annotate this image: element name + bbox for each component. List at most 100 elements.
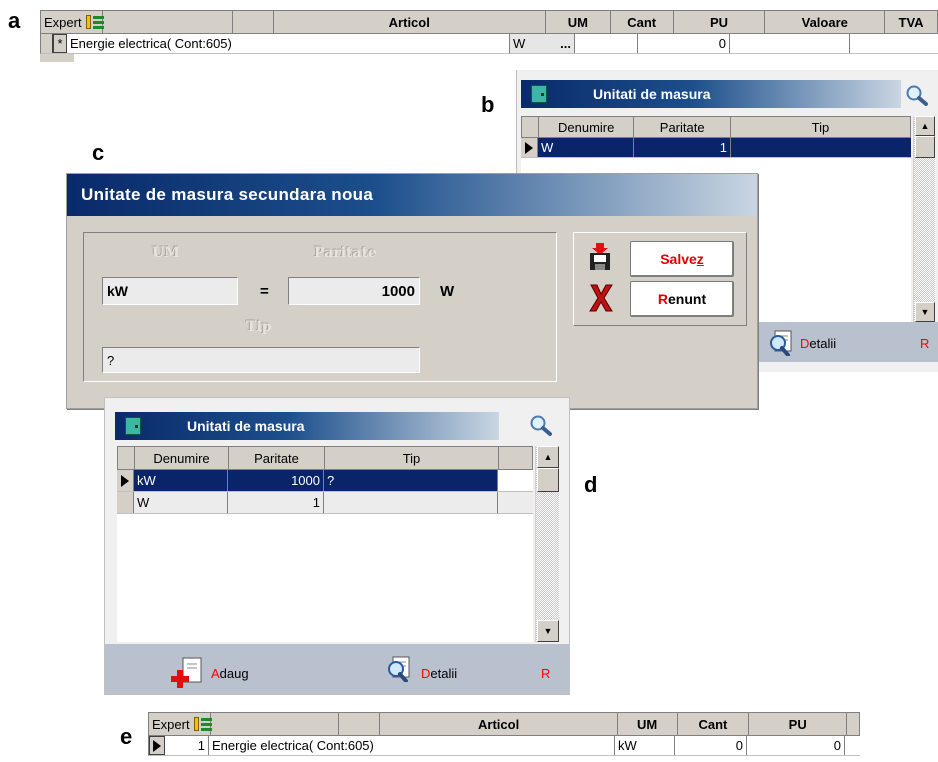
r-shortcut[interactable]: R [541,666,550,681]
table-row[interactable]: W 1 [521,138,911,158]
grid-a-expert-header[interactable]: Expert [41,11,104,33]
panel-label-e: e [120,724,133,749]
table-row[interactable]: W 1 [117,492,533,514]
dialog-c-buttons-group: Salve z Renunt [573,232,747,326]
table-row[interactable]: * Energie electrica( Cont:605) W ... 0 [40,34,938,54]
save-button[interactable]: Salve z [630,241,734,277]
unit-label: W [440,283,455,300]
grid-a-col-valoare[interactable]: Valoare [765,11,886,33]
grid-a-col-tva[interactable]: TVA [885,11,937,33]
um-label: UM [152,245,180,261]
cell-nr[interactable]: 1 [165,736,209,755]
grid-a-header: Expert Articol UM Cant PU Valoare TVA [40,10,938,34]
details-button[interactable]: Detalii [421,666,457,681]
scroll-down-button[interactable]: ▼ [537,620,559,642]
equals-sign: = [260,283,269,300]
add-button[interactable]: Adaug [211,666,249,681]
grid-a-col-pu[interactable]: PU [674,11,766,33]
scroll-thumb[interactable] [915,136,935,158]
window-d-footer: Adaug Detalii R [105,644,569,694]
grid-e-expert-header[interactable]: Expert [149,713,212,735]
cell-paritate[interactable]: 1 [228,492,324,513]
cell-valoare[interactable] [730,34,850,53]
um-field[interactable]: kW [102,277,238,305]
table-row[interactable]: 1 Energie electrica( Cont:605) kW 0 0 [148,736,860,756]
grid-e-col-cant[interactable]: Cant [678,713,750,735]
grid-d: Denumire Paritate Tip kW 1000 ? W 1 [117,446,533,642]
tip-field[interactable]: ? [102,347,420,373]
scroll-thumb[interactable] [537,468,559,492]
r-shortcut[interactable]: R [920,336,929,351]
expert-label: Expert [44,14,82,30]
grid-a: Expert Articol UM Cant PU Valoare TVA * … [40,10,938,62]
grid-b-col-denumire[interactable]: Denumire [539,117,635,137]
cell-tva[interactable] [850,34,902,53]
window-d-titlebar: Unitati de masura [115,412,499,440]
save-icon [588,243,612,274]
grid-a-blank-header-2[interactable] [233,11,274,33]
cell-articol[interactable]: Energie electrica( Cont:605) [67,34,510,53]
cell-tip[interactable]: ? [324,470,498,491]
grid-d-col-denumire[interactable]: Denumire [135,447,229,469]
grid-e-col-articol[interactable]: Articol [380,713,618,735]
details-button[interactable]: Detalii [800,336,836,351]
cell-paritate[interactable]: 1 [634,138,731,157]
dialog-c-titlebar: Unitate de masura secundara noua [67,174,757,216]
panel-label-b: b [481,92,495,117]
cell-articol[interactable]: Energie electrica( Cont:605) [209,736,615,755]
cell-um[interactable]: kW [615,736,675,755]
grid-b-col-paritate[interactable]: Paritate [634,117,731,137]
grid-e-col-pu[interactable]: PU [749,713,848,735]
row-pointer-icon [521,138,538,157]
cell-denumire[interactable]: kW [134,470,228,491]
window-b-titlebar: Unitati de masura [521,80,901,108]
table-row[interactable]: kW 1000 ? [117,470,533,492]
cell-denumire[interactable]: W [134,492,228,513]
grid-d-col-tip[interactable]: Tip [325,447,499,469]
cell-pu[interactable]: 0 [747,736,845,755]
grid-e-blank-header[interactable] [211,713,339,735]
tip-label: Tip [246,319,272,335]
scrollbar-b[interactable]: ▲ ▼ [913,116,935,322]
window-units-d: Unitati de masura Denumire Paritate Tip … [104,397,570,695]
tree-icon [85,15,104,29]
cell-tip[interactable] [731,138,911,157]
cell-denumire[interactable]: W [538,138,634,157]
scroll-up-button[interactable]: ▲ [537,446,559,468]
grid-a-col-um[interactable]: UM [546,11,611,33]
scrollbar-d[interactable]: ▲ ▼ [535,446,559,642]
cell-paritate[interactable]: 1000 [228,470,324,491]
tree-icon [193,717,212,731]
grid-e-col-um[interactable]: UM [618,713,678,735]
grid-a-blank-header[interactable] [103,11,233,33]
panel-label-a: a [8,8,21,33]
grid-b-col-tip[interactable]: Tip [731,117,910,137]
cell-tip[interactable] [324,492,498,513]
door-icon [125,417,141,435]
panel-label-c: c [92,140,105,165]
details-icon[interactable] [769,330,799,359]
search-icon[interactable] [529,414,553,439]
paritate-field[interactable]: 1000 [288,277,420,305]
cell-um[interactable]: W ... [510,34,575,53]
cell-cant[interactable] [575,34,638,53]
scroll-down-button[interactable]: ▼ [915,302,935,322]
window-b-title: Unitati de masura [593,86,711,102]
um-lookup-button[interactable]: ... [560,36,571,51]
cancel-button[interactable]: Renunt [630,281,734,317]
search-icon[interactable] [905,84,929,109]
dialog-c-title: Unitate de masura secundara noua [81,185,374,204]
grid-a-col-cant[interactable]: Cant [611,11,674,33]
details-icon[interactable] [387,656,417,685]
window-d-title: Unitati de masura [187,418,305,434]
add-icon[interactable] [171,656,205,691]
cell-pu[interactable]: 0 [638,34,730,53]
dialog-c-fields-group: UM Paritate kW = 1000 W Tip ? [83,232,557,382]
grid-a-col-articol[interactable]: Articol [274,11,546,33]
paritate-label: Paritate [314,245,377,261]
cell-cant[interactable]: 0 [675,736,747,755]
grid-d-col-paritate[interactable]: Paritate [229,447,325,469]
row-indicator-new[interactable]: * [53,34,67,53]
grid-e-blank-header-2[interactable] [339,713,381,735]
scroll-up-button[interactable]: ▲ [915,116,935,136]
